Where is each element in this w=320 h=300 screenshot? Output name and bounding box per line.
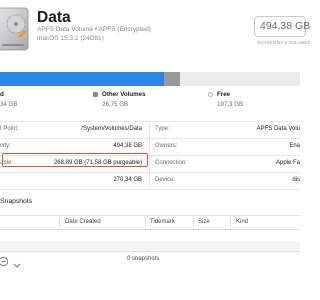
info-capacity-value: 494,38 GB — [113, 143, 142, 149]
legend-other-swatch — [93, 92, 98, 97]
volume-title: Data — [37, 9, 71, 26]
column-header-kind[interactable]: Kind — [236, 219, 248, 225]
capacity-value: 494,38 GB — [260, 20, 311, 32]
info-connection-value: Apple Fa — [275, 160, 300, 166]
volume-subtitle: APFS Data Volume • APFS (Encrypted) — [37, 26, 151, 33]
column-separator — [145, 218, 146, 227]
volume-header: Data APFS Data Volume • APFS (Encrypted)… — [0, 0, 310, 60]
column-separator — [193, 218, 194, 227]
info-column-divider — [149, 121, 150, 189]
column-header-size[interactable]: Size — [198, 219, 210, 225]
info-divider — [0, 172, 300, 173]
info-device-value: dis — [292, 177, 300, 183]
legend-used-value: 34 GB — [0, 101, 18, 108]
table-row — [0, 241, 300, 251]
remove-snapshot-icon[interactable] — [0, 254, 12, 267]
usage-segment-other-volumes — [164, 72, 180, 86]
column-header-tidemark[interactable]: Tidemark — [150, 219, 175, 225]
info-divider — [0, 121, 300, 122]
info-device-label: Device: — [155, 177, 176, 183]
legend-free-label: Free — [217, 91, 231, 98]
info-used-value: 270,34 GB — [113, 177, 142, 183]
capacity-label: SHARED BY 5 VOLUMES — [257, 40, 311, 45]
volume-os-version: macOS 15.3.2 (24D81) — [37, 34, 104, 42]
info-owners-label: Owners: — [155, 143, 178, 149]
legend-other-value: 26,75 GB — [102, 101, 129, 108]
usage-segment-free — [180, 72, 300, 86]
info-divider — [0, 189, 300, 190]
info-type-label: Type: — [155, 126, 170, 132]
legend-other-label: Other Volumes — [102, 91, 146, 98]
info-connection-label: Connection: — [155, 160, 188, 166]
usage-bar — [0, 72, 300, 86]
usage-segment-used — [0, 72, 164, 86]
snapshots-title: Snapshots — [0, 198, 33, 205]
info-capacity-label: city: — [0, 143, 11, 149]
snapshots-header-top-line — [0, 215, 300, 216]
column-separator — [59, 218, 60, 227]
info-mount-point-value: /System/Volumes/Data — [81, 126, 142, 132]
info-type-value: APFS Data Volu — [256, 126, 300, 132]
available-highlight-box — [2, 153, 148, 167]
info-owners-value: Ena — [289, 143, 300, 149]
column-header-date-created[interactable]: Date Created — [65, 219, 101, 225]
column-separator — [230, 218, 231, 227]
snapshot-count: 0 snapshots — [127, 256, 160, 262]
drive-icon — [0, 6, 30, 52]
legend-free-value: 197,3 GB — [217, 101, 244, 108]
legend-used-label: d — [0, 91, 4, 98]
chevron-down-icon[interactable] — [13, 256, 21, 268]
table-row — [0, 230, 300, 241]
info-divider — [0, 138, 300, 139]
snapshots-footer-divider — [0, 251, 300, 252]
legend-free-swatch — [208, 92, 213, 97]
info-mount-point-label: t Point: — [0, 126, 19, 132]
